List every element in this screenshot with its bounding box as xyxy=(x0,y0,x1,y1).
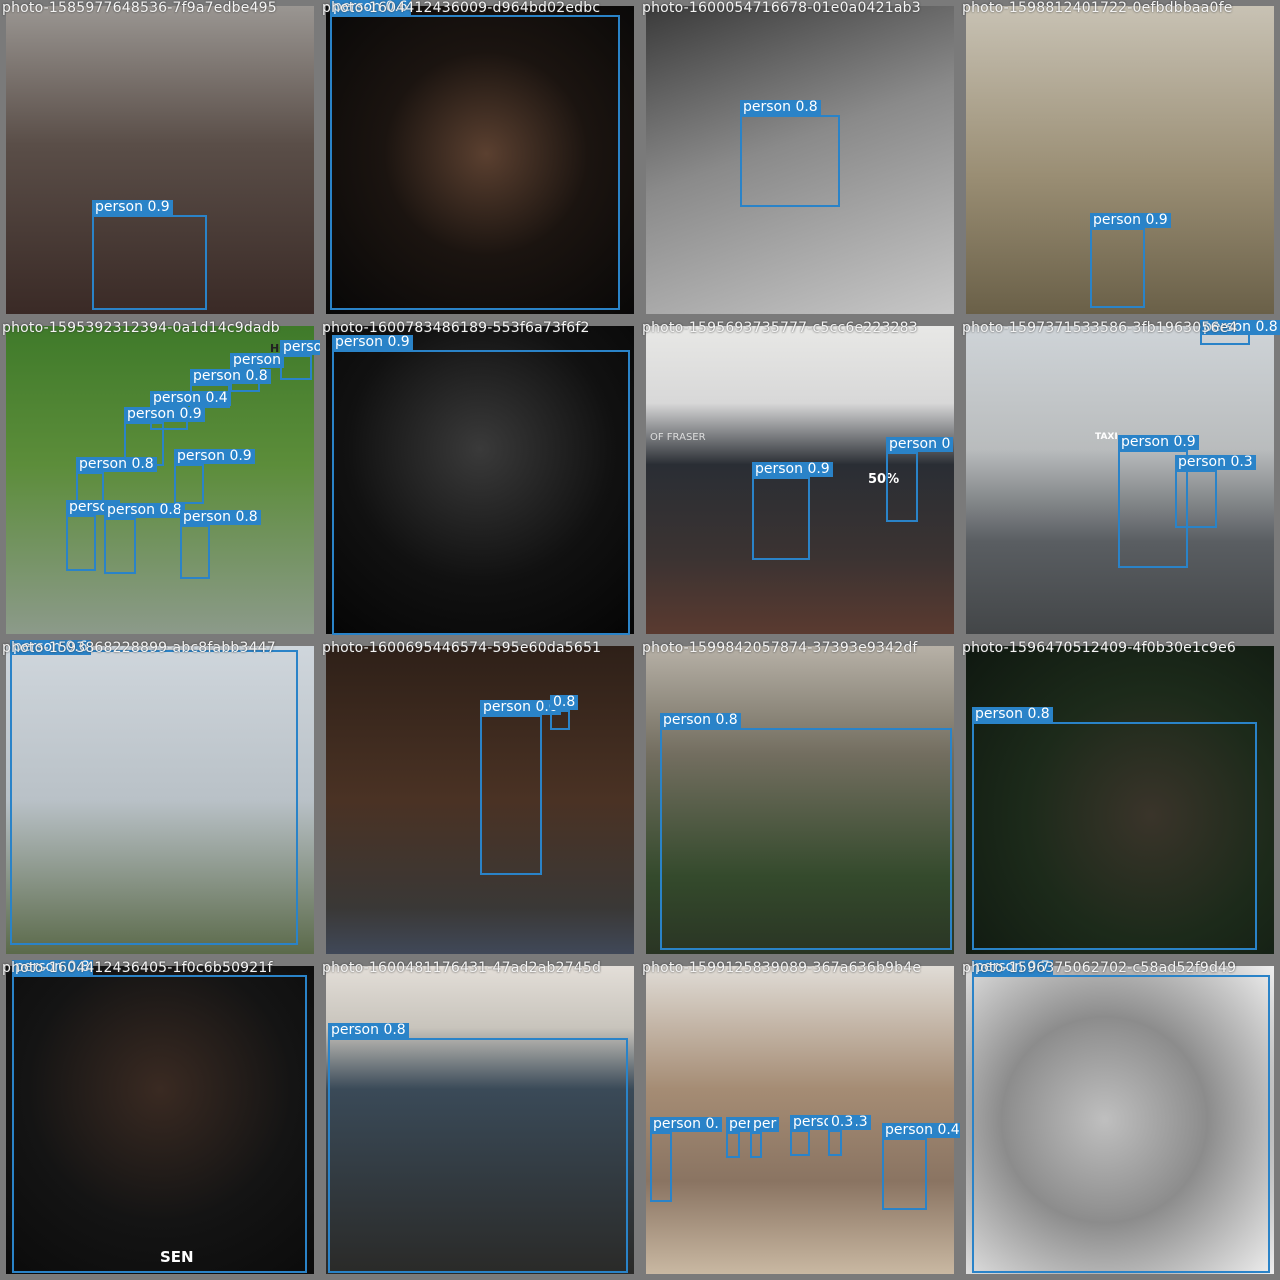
mosaic-cell: photo-1593868228899-abc8fabb3447 person 0… xyxy=(0,640,320,960)
detection-box xyxy=(972,722,1257,950)
photo-filename: photo-1593868228899-abc8fabb3447 xyxy=(2,640,276,656)
detection-label: person 0.9 xyxy=(92,200,173,215)
photo-filename: photo-1604412436009-d964bd02edbc xyxy=(322,0,601,16)
detection-box xyxy=(740,115,840,207)
detection-label: person 0.9 xyxy=(280,340,320,355)
detection-box xyxy=(882,1138,927,1210)
mosaic-cell: photo-1596470512409-4f0b30e1c9e6 person 0… xyxy=(960,640,1280,960)
mosaic-cell: photo-1600695446574-595e60da5651 person 0… xyxy=(320,640,640,960)
detection-box xyxy=(752,477,810,560)
detection-box xyxy=(660,728,952,950)
mosaic-cell: photo-1596375062702-c58ad52f9d49 person 0… xyxy=(960,960,1280,1280)
photo-filename: photo-1604412436405-1f0c6b50921f xyxy=(2,960,273,976)
photo-sign-text: TAXI xyxy=(1095,432,1118,442)
detection-box xyxy=(174,464,204,504)
detection-label: person 0.6 xyxy=(480,700,561,715)
detection-label: person 0. xyxy=(650,1117,722,1132)
photo-filename: photo-1595392312394-0a1d14c9dadb xyxy=(2,320,280,336)
photo-filename: photo-1585977648536-7f9a7edbe495 xyxy=(2,0,277,16)
detection-label: person 0.8 xyxy=(972,707,1053,722)
detection-mosaic: photo-1585977648536-7f9a7edbe495 person 0… xyxy=(0,0,1280,1280)
mosaic-cell: photo-1599125839089-367a636b9b4e person 0… xyxy=(640,960,960,1280)
photo-filename: photo-1600481176431-47ad2ab2745d xyxy=(322,960,602,976)
mosaic-cell: photo-1595392312394-0a1d14c9dadbperson 0… xyxy=(0,320,320,640)
detection-label: person 0.9 xyxy=(124,407,205,422)
detection-box xyxy=(104,518,136,574)
mosaic-cell: photo-1600054716678-01e0a0421ab3 person 0… xyxy=(640,0,960,320)
detection-box xyxy=(886,452,918,522)
detection-box xyxy=(650,1132,672,1202)
detection-label: person 0.8 xyxy=(660,713,741,728)
detection-label: person xyxy=(230,353,284,368)
detection-label: person 0.4 xyxy=(882,1123,960,1138)
detection-box xyxy=(180,525,210,579)
detection-label: person 0.8 xyxy=(180,510,261,525)
photo-filename: photo-1595693735777-c5cc6e223283 xyxy=(642,320,918,336)
mosaic-cell: photo-1597371533586-3fb1963056e4 person 0… xyxy=(960,320,1280,640)
mosaic-cell: photo-1585977648536-7f9a7edbe495 person 0… xyxy=(0,0,320,320)
detection-label: person 0.9 xyxy=(174,449,255,464)
detection-label: person 0.8 xyxy=(76,457,157,472)
detection-box xyxy=(1090,228,1145,308)
mosaic-cell: photo-1598812401722-0efbdbbaa0fe person 0… xyxy=(960,0,1280,320)
detection-label: person 0.8 xyxy=(104,503,185,518)
photo-filename: photo-1596375062702-c58ad52f9d49 xyxy=(962,960,1237,976)
detection-box xyxy=(750,1132,762,1158)
detection-box xyxy=(280,355,312,380)
photo-sign-text: OF FRASER xyxy=(650,432,706,443)
photo-filename: photo-1599125839089-367a636b9b4e xyxy=(642,960,922,976)
photo-filename: photo-1596470512409-4f0b30e1c9e6 xyxy=(962,640,1237,656)
detection-box xyxy=(12,975,307,1273)
photo-filename: photo-1599842057874-37393e9342df xyxy=(642,640,918,656)
detection-label: person 0.9 xyxy=(752,462,833,477)
detection-label: 0.8 xyxy=(550,695,579,710)
photo-filename: photo-1598812401722-0efbdbbaa0fe xyxy=(962,0,1233,16)
detection-box xyxy=(66,515,96,571)
detection-label: person 0.3 xyxy=(1175,455,1256,470)
photo-filename: photo-1597371533586-3fb1963056e4 xyxy=(962,320,1238,336)
detection-label: person 0.4 xyxy=(150,391,231,406)
detection-label: per xyxy=(750,1117,780,1132)
mosaic-cell: photo-1600481176431-47ad2ab2745d person 0… xyxy=(320,960,640,1280)
detection-box xyxy=(1175,470,1217,528)
detection-box xyxy=(790,1130,810,1156)
detection-box xyxy=(328,1038,628,1273)
detection-box xyxy=(10,650,298,945)
detection-box xyxy=(92,215,207,310)
detection-box xyxy=(330,15,620,310)
detection-label: 0.3 xyxy=(828,1115,857,1130)
mosaic-cell: photo-1600783486189-553f6a73f6f2 person 0… xyxy=(320,320,640,640)
detection-label: person 0 xyxy=(886,437,954,452)
detection-label: person 0.8 xyxy=(328,1023,409,1038)
detection-box xyxy=(828,1130,842,1156)
detection-box xyxy=(726,1132,740,1158)
mosaic-cell: photo-1604412436405-1f0c6b50921f person 0… xyxy=(0,960,320,1280)
detection-label: person 0.8 xyxy=(740,100,821,115)
detection-box xyxy=(480,715,542,875)
detection-box xyxy=(972,975,1270,1273)
photo-filename: photo-1600695446574-595e60da5651 xyxy=(322,640,602,656)
photo-filename: photo-1600783486189-553f6a73f6f2 xyxy=(322,320,590,336)
photo-filename: photo-1600054716678-01e0a0421ab3 xyxy=(642,0,921,16)
detection-label: person 0.9 xyxy=(332,335,413,350)
detection-label: person 0.9 xyxy=(1118,435,1199,450)
detection-box xyxy=(332,350,630,635)
mosaic-cell: photo-1595693735777-c5cc6e223283 person 0… xyxy=(640,320,960,640)
detection-label: person 0.8 xyxy=(190,369,271,384)
mosaic-cell: photo-1604412436009-d964bd02edbc person 0… xyxy=(320,0,640,320)
mosaic-cell: photo-1599842057874-37393e9342df person 0… xyxy=(640,640,960,960)
detection-label: person 0.9 xyxy=(1090,213,1171,228)
